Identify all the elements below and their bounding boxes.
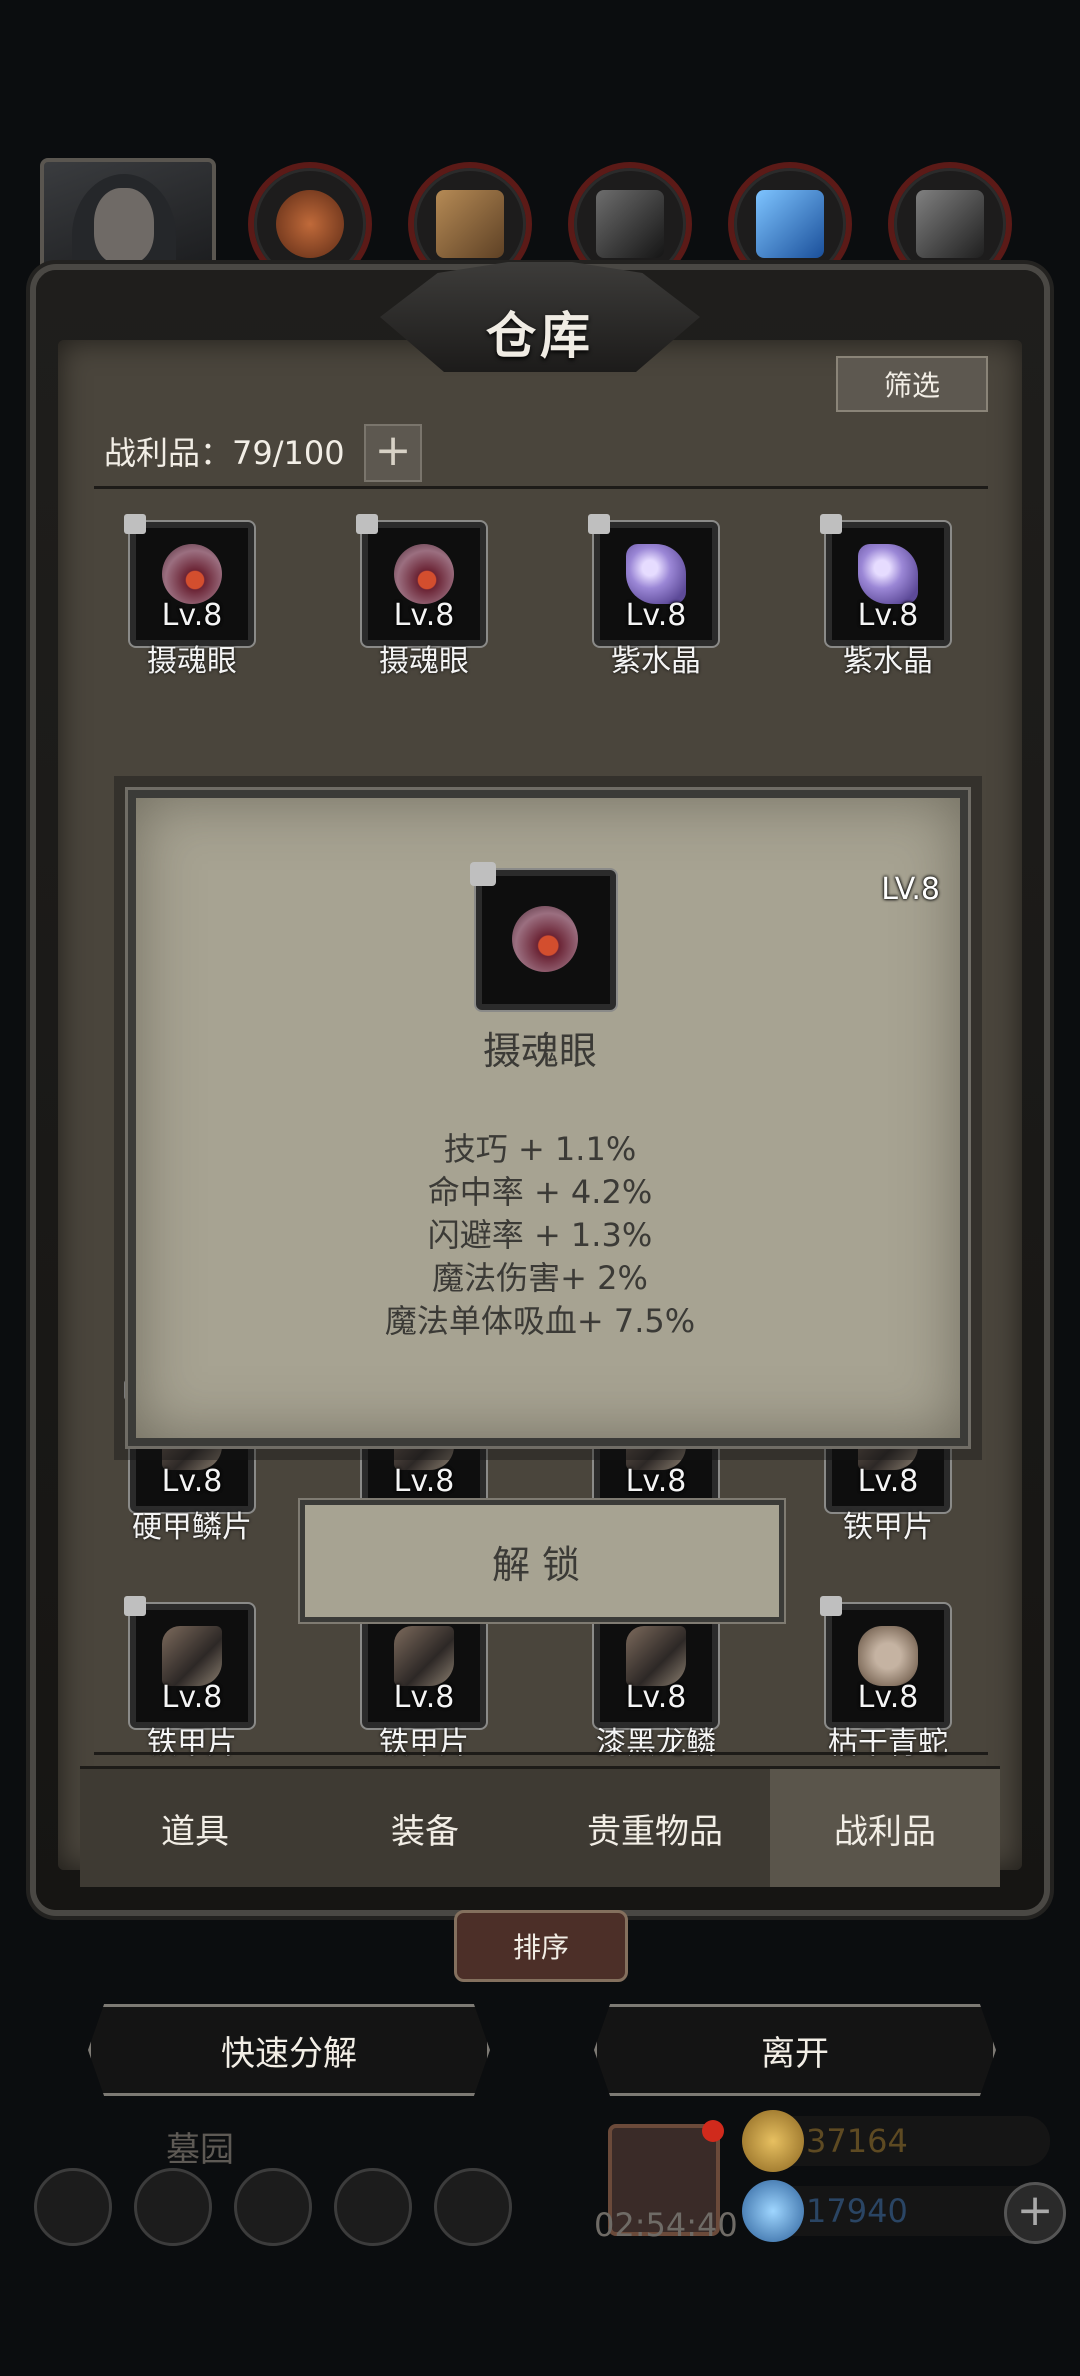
stat-line: 魔法伤害+ 2% — [432, 1259, 648, 1297]
stat-line: 闪避率 + 1.3% — [427, 1216, 653, 1254]
soul-eye-icon — [512, 906, 578, 972]
stat-line: 魔法单体吸血+ 7.5% — [384, 1302, 696, 1340]
stat-line: 技巧 + 1.1% — [443, 1130, 637, 1168]
tooltip-item-slot — [470, 862, 616, 1010]
tooltip-stats: 技巧 + 1.1% 命中率 + 4.2% 闪避率 + 1.3% 魔法伤害+ 2%… — [136, 1128, 944, 1343]
lock-icon — [470, 862, 496, 886]
tooltip-item-name: 摄魂眼 — [482, 1029, 597, 1073]
item-tooltip: LV.8 摄魂眼 技巧 + 1.1% 命中率 + 4.2% 闪避率 + 1.3%… — [125, 787, 971, 1449]
stat-line: 命中率 + 4.2% — [427, 1173, 653, 1211]
unlock-button[interactable]: 解锁 — [298, 1498, 786, 1624]
tooltip-level: LV.8 — [881, 872, 940, 907]
